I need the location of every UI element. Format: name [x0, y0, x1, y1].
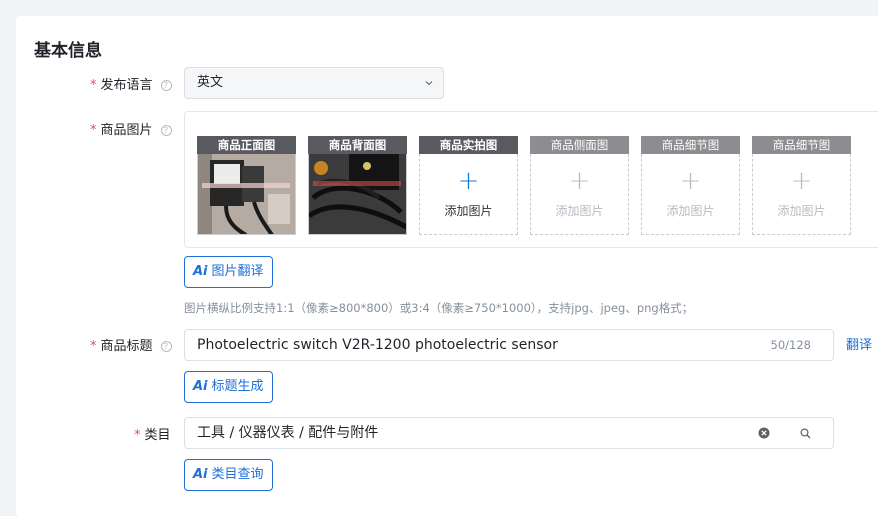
title-label-row: * 商品标题?	[90, 335, 172, 354]
product-title-value: Photoelectric switch V2R-1200 photoelect…	[197, 337, 558, 353]
required-mark: *	[134, 428, 141, 443]
category-query-button[interactable]: Ai 类目查询	[184, 459, 273, 491]
title-generate-button[interactable]: Ai 标题生成	[184, 371, 273, 403]
add-image-label: 添加图片	[444, 204, 493, 218]
add-image-label: 添加图片	[666, 204, 715, 218]
image-slot-side: 商品侧面图 + 添加图片	[530, 136, 629, 235]
add-image-disabled: + 添加图片	[530, 154, 629, 235]
category-label-row: * 类目	[134, 424, 171, 443]
translate-link[interactable]: 翻译	[846, 334, 872, 353]
image-translate-label: 图片翻译	[211, 264, 264, 279]
image-slot-front[interactable]: 商品正面图	[197, 136, 296, 235]
section-title: 基本信息	[34, 41, 102, 61]
language-label: 发布语言	[100, 78, 153, 93]
product-title-input[interactable]: Photoelectric switch V2R-1200 photoelect…	[184, 329, 834, 361]
language-value: 英文	[197, 75, 224, 90]
plus-icon: +	[457, 166, 480, 196]
back-product-photo[interactable]	[308, 154, 407, 235]
required-mark: *	[90, 78, 97, 93]
category-search-button[interactable]	[780, 417, 834, 449]
language-label-row: * 发布语言?	[90, 74, 172, 93]
sensor-photo-back	[309, 154, 406, 234]
ai-icon: Ai	[193, 379, 208, 394]
add-image-button[interactable]: + 添加图片	[419, 154, 518, 235]
category-query-label: 类目查询	[211, 467, 264, 482]
images-label-row: * 商品图片?	[90, 119, 172, 138]
image-slot-detail: 商品细节图 + 添加图片	[641, 136, 740, 235]
add-image-disabled: + 添加图片	[752, 154, 851, 235]
help-icon[interactable]: ?	[160, 341, 172, 352]
plus-icon: +	[679, 166, 702, 196]
front-product-photo[interactable]	[197, 154, 296, 235]
language-select[interactable]: 英文	[184, 67, 444, 99]
category-value: 工具 / 仪器仪表 / 配件与附件	[197, 425, 379, 441]
slot-title: 商品细节图	[641, 136, 740, 154]
image-slot-real[interactable]: 商品实拍图 + 添加图片	[419, 136, 518, 235]
category-input[interactable]: 工具 / 仪器仪表 / 配件与附件	[184, 417, 781, 449]
char-counter: 50/128	[770, 338, 811, 352]
slot-title: 商品正面图	[197, 136, 296, 154]
help-icon[interactable]: ?	[160, 125, 172, 136]
add-image-label: 添加图片	[555, 204, 604, 218]
help-icon[interactable]: ?	[160, 80, 172, 91]
image-translate-button[interactable]: Ai 图片翻译	[184, 256, 273, 288]
sensor-photo-front	[198, 154, 295, 234]
chevron-down-icon	[425, 81, 433, 86]
add-image-disabled: + 添加图片	[641, 154, 740, 235]
required-mark: *	[90, 123, 97, 138]
clear-icon[interactable]	[758, 427, 770, 439]
image-format-hint: 图片横纵比例支持1:1（像素≥800*800）或3:4（像素≥750*1000）…	[184, 301, 694, 315]
image-slot-detail-2: 商品细节图 + 添加图片	[752, 136, 851, 235]
search-icon	[800, 428, 811, 439]
ai-icon: Ai	[193, 467, 208, 482]
add-image-label: 添加图片	[777, 204, 826, 218]
image-slot-back[interactable]: 商品背面图	[308, 136, 407, 235]
title-label: 商品标题	[100, 339, 153, 354]
slot-title: 商品侧面图	[530, 136, 629, 154]
ai-icon: Ai	[193, 264, 208, 279]
slot-title: 商品背面图	[308, 136, 407, 154]
plus-icon: +	[568, 166, 591, 196]
slot-title: 商品细节图	[752, 136, 851, 154]
plus-icon: +	[790, 166, 813, 196]
category-label: 类目	[144, 428, 171, 443]
required-mark: *	[90, 339, 97, 354]
slot-title: 商品实拍图	[419, 136, 518, 154]
title-generate-label: 标题生成	[211, 379, 264, 394]
images-label: 商品图片	[100, 123, 153, 138]
